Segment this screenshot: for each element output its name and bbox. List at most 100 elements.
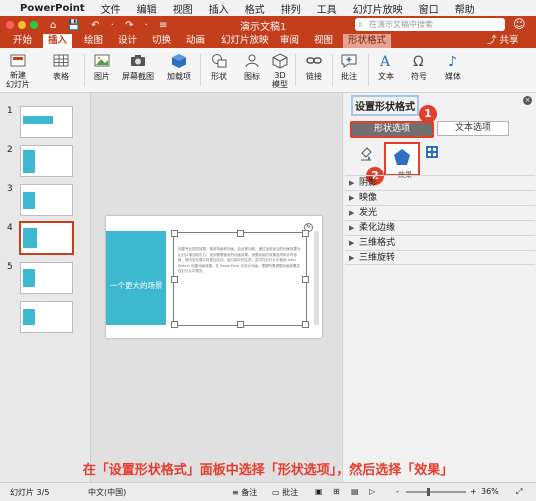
tab-design[interactable]: 设计 bbox=[113, 34, 142, 48]
resize-handle[interactable] bbox=[302, 276, 309, 283]
reading-view-icon[interactable]: ▤ bbox=[351, 487, 359, 496]
menu-view[interactable]: 视图 bbox=[173, 1, 193, 16]
resize-handle[interactable] bbox=[171, 321, 178, 328]
slide-title-text[interactable]: 一个更大的场景 bbox=[110, 281, 164, 291]
chevron-right-icon: ▶ bbox=[349, 239, 355, 247]
slide-thumbnail-6[interactable] bbox=[20, 301, 73, 333]
resize-handle[interactable] bbox=[171, 276, 178, 283]
selected-text-box[interactable]: ↻ 创建专业视觉效果，使用场景和动画、后台等功能，通过运用适当的动画效果为幻灯片… bbox=[171, 223, 313, 328]
zoom-slider-track[interactable] bbox=[406, 491, 466, 493]
menu-help[interactable]: 帮助 bbox=[455, 1, 475, 16]
resize-handle[interactable] bbox=[171, 230, 178, 237]
addins-button[interactable]: 加载项 bbox=[167, 52, 191, 82]
section-3d-rotation[interactable]: ▶ 三维旋转 bbox=[345, 250, 535, 265]
chevron-right-icon: ▶ bbox=[349, 179, 355, 187]
section-3d-format[interactable]: ▶ 三维格式 bbox=[345, 235, 535, 250]
minimize-window-button[interactable] bbox=[18, 21, 26, 29]
zoom-window-button[interactable] bbox=[30, 21, 38, 29]
fit-to-window-icon[interactable]: ⤢ bbox=[516, 487, 522, 497]
close-window-button[interactable] bbox=[6, 21, 14, 29]
media-button[interactable]: ♪ 媒体 bbox=[444, 52, 462, 82]
menu-edit[interactable]: 编辑 bbox=[137, 1, 157, 16]
tab-view[interactable]: 视图 bbox=[309, 34, 338, 48]
table-button[interactable]: 表格 bbox=[52, 52, 70, 82]
quick-access-toolbar[interactable]: ⌂ 💾 ↶ · ↷ · ≡ bbox=[50, 20, 171, 31]
picture-icon bbox=[94, 54, 110, 67]
section-glow[interactable]: ▶ 发光 bbox=[345, 205, 535, 220]
svg-text:Ω: Ω bbox=[413, 54, 424, 69]
zoom-level[interactable]: 36% bbox=[481, 487, 499, 496]
slide-number: 1 bbox=[7, 106, 13, 116]
slideshow-view-icon[interactable]: ▷ bbox=[369, 487, 375, 496]
menu-format[interactable]: 格式 bbox=[245, 1, 265, 16]
search-icon: ⌕ bbox=[358, 20, 363, 29]
resize-handle[interactable] bbox=[302, 230, 309, 237]
section-label: 发光 bbox=[359, 208, 378, 218]
new-slide-button[interactable]: 新建 幻灯片 bbox=[6, 52, 30, 89]
link-button[interactable]: 链接 bbox=[305, 52, 323, 82]
slide-thumbnail-1[interactable] bbox=[20, 106, 73, 138]
size-properties-icon[interactable] bbox=[425, 145, 439, 162]
slide-sorter-icon[interactable]: ⊞ bbox=[333, 487, 340, 496]
menu-window[interactable]: 窗口 bbox=[419, 1, 439, 16]
3d-model-icon bbox=[272, 53, 288, 69]
shapes-icon bbox=[212, 54, 227, 68]
text-button[interactable]: A 文本 bbox=[377, 52, 395, 82]
ribbon-toolbar: 新建 幻灯片 表格 图片 屏幕截图 加载项 形状 图标 3D 模型 链接 批注 bbox=[0, 48, 536, 93]
text-options-tab[interactable]: 文本选项 bbox=[437, 121, 509, 136]
text-icon: A bbox=[379, 54, 391, 69]
menu-file[interactable]: 文件 bbox=[101, 1, 121, 16]
menu-arrange[interactable]: 排列 bbox=[281, 1, 301, 16]
app-menu[interactable]: PowerPoint bbox=[20, 3, 85, 14]
menu-insert[interactable]: 插入 bbox=[209, 1, 229, 16]
resize-handle[interactable] bbox=[302, 321, 309, 328]
search-box[interactable]: ⌕ 在演示文稿中搜索 bbox=[355, 18, 505, 31]
slide-thumbnail-5[interactable] bbox=[20, 262, 73, 294]
feedback-smiley-icon[interactable]: ☺ bbox=[513, 17, 526, 31]
tab-review[interactable]: 审阅 bbox=[275, 34, 304, 48]
comment-icon bbox=[341, 54, 357, 68]
section-reflection[interactable]: ▶ 映像 bbox=[345, 190, 535, 205]
zoom-in-button[interactable]: + bbox=[470, 487, 477, 496]
3d-model-button[interactable]: 3D 模型 bbox=[271, 52, 289, 89]
tab-draw[interactable]: 绘图 bbox=[79, 34, 108, 48]
fill-line-icon[interactable] bbox=[359, 145, 373, 164]
tab-shape-format[interactable]: 形状格式 bbox=[343, 34, 392, 48]
tab-animations[interactable]: 动画 bbox=[181, 34, 210, 48]
picture-button[interactable]: 图片 bbox=[93, 52, 111, 82]
symbol-button[interactable]: Ω 符号 bbox=[410, 52, 428, 82]
comment-label: 批注 bbox=[341, 72, 357, 81]
tab-home[interactable]: 开始 bbox=[8, 34, 37, 48]
zoom-slider-thumb[interactable] bbox=[427, 488, 430, 496]
comments-button[interactable]: ▭ 批注 bbox=[272, 487, 298, 498]
normal-view-icon[interactable]: ▣ bbox=[315, 487, 323, 496]
tab-transitions[interactable]: 切换 bbox=[147, 34, 176, 48]
resize-handle[interactable] bbox=[237, 321, 244, 328]
slide-thumbnail-2[interactable] bbox=[20, 145, 73, 177]
screenshot-button[interactable]: 屏幕截图 bbox=[122, 52, 154, 82]
close-pane-icon[interactable]: × bbox=[523, 96, 532, 105]
language-indicator[interactable]: 中文(中国) bbox=[88, 487, 126, 498]
slide-thumbnail-4-selected[interactable] bbox=[19, 221, 74, 255]
menu-slideshow[interactable]: 幻灯片放映 bbox=[353, 1, 403, 16]
share-button[interactable]: ⤴ 共享 bbox=[487, 34, 519, 48]
slide-body-text[interactable]: 创建专业视觉效果，使用场景和动画、后台等功能，通过运用适当的动画效果为幻灯片增加… bbox=[178, 247, 302, 275]
omega-symbol-icon: Ω bbox=[413, 54, 424, 69]
tab-insert[interactable]: 插入 bbox=[43, 34, 73, 48]
section-soft-edges[interactable]: ▶ 柔化边缘 bbox=[345, 220, 535, 235]
comment-button[interactable]: 批注 bbox=[340, 52, 358, 82]
shape-options-tab[interactable]: 形状选项 bbox=[350, 121, 434, 138]
slide-thumbnail-3[interactable] bbox=[20, 184, 73, 216]
tab-slideshow[interactable]: 幻灯片放映 bbox=[216, 34, 274, 48]
slide-accent-band: 一个更大的场景 bbox=[106, 231, 166, 325]
current-slide[interactable]: 一个更大的场景 ↻ 创建专业视觉效果，使用场景和动画、后台等功能，通过运用适当的… bbox=[106, 216, 322, 338]
section-shadow[interactable]: ▶ 阴影 bbox=[345, 175, 535, 190]
icons-button[interactable]: 图标 bbox=[243, 52, 261, 82]
zoom-out-button[interactable]: - bbox=[396, 487, 399, 496]
menu-tools[interactable]: 工具 bbox=[317, 1, 337, 16]
mac-menu-bar: PowerPoint 文件 编辑 视图 插入 格式 排列 工具 幻灯片放映 窗口… bbox=[0, 0, 536, 17]
notes-button[interactable]: ≡ 备注 bbox=[232, 487, 257, 498]
shapes-button[interactable]: 形状 bbox=[210, 52, 228, 82]
resize-handle[interactable] bbox=[237, 230, 244, 237]
comments-label: 批注 bbox=[282, 488, 299, 497]
